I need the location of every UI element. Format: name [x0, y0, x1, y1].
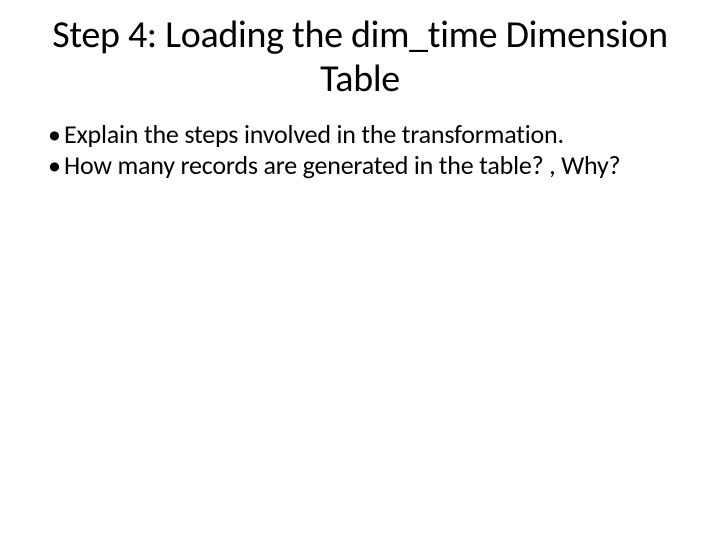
bullet-list: Explain the steps involved in the transf…	[48, 119, 672, 180]
slide-title: Step 4: Loading the dim_time Dimension T…	[48, 14, 672, 101]
list-item: Explain the steps involved in the transf…	[48, 119, 672, 150]
slide: Step 4: Loading the dim_time Dimension T…	[0, 0, 720, 540]
list-item: How many records are generated in the ta…	[48, 150, 672, 181]
